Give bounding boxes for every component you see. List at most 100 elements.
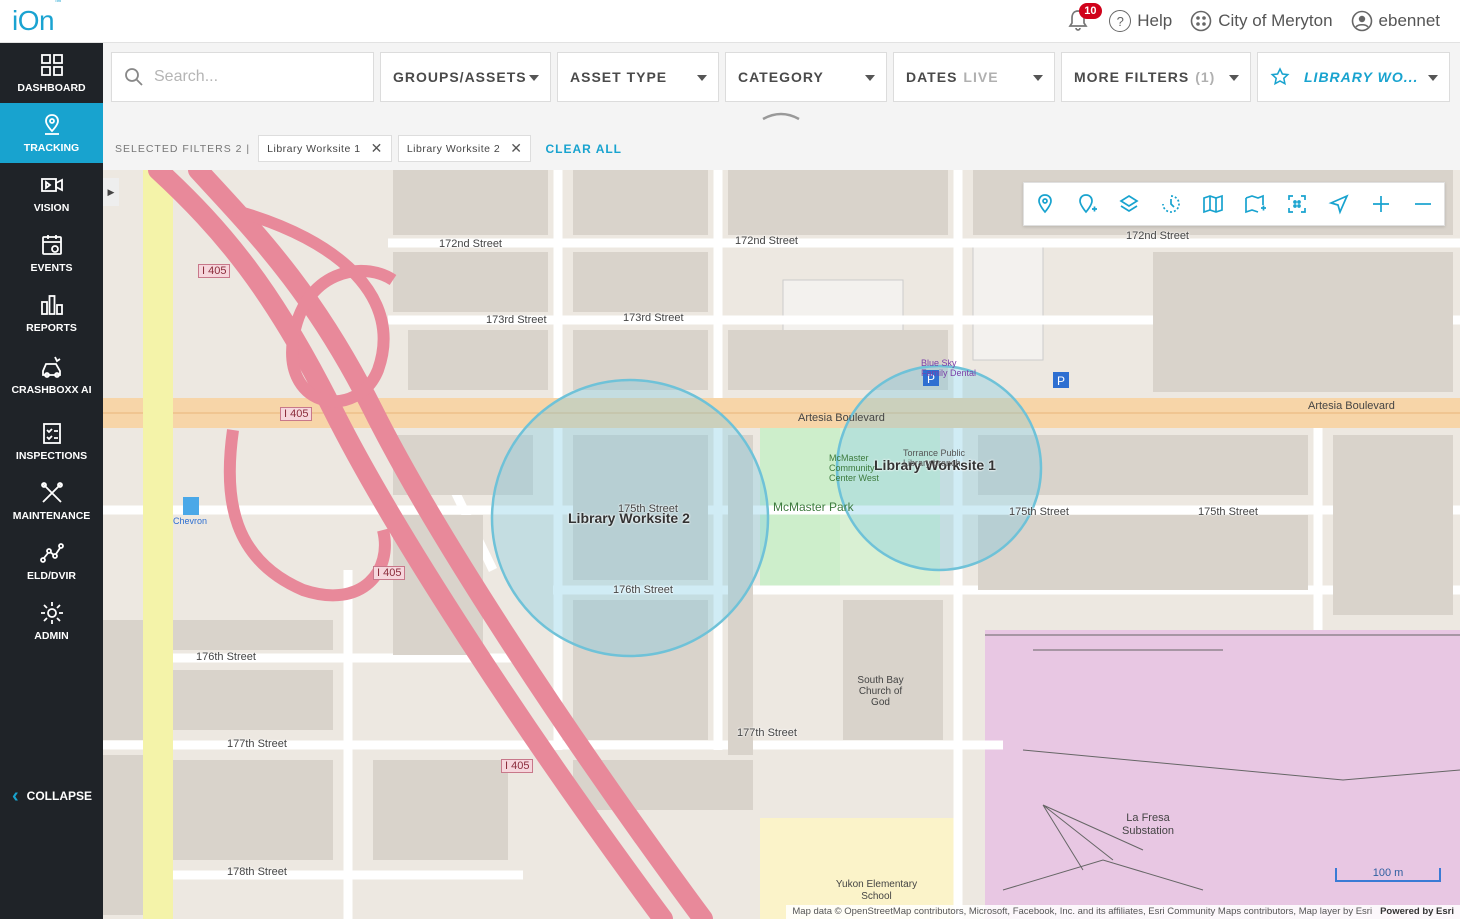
nav-maintenance[interactable]: MAINTENANCE bbox=[0, 471, 103, 531]
sidebar: DASHBOARD TRACKING VISION EVENTS REPORTS… bbox=[0, 43, 103, 919]
nav-label: TRACKING bbox=[23, 141, 80, 154]
collapse-label: COLLAPSE bbox=[26, 789, 93, 803]
street-label: 172nd Street bbox=[1126, 230, 1189, 242]
nav-label: ELD/DVIR bbox=[26, 569, 76, 582]
star-icon bbox=[1270, 67, 1290, 86]
video-camera-icon bbox=[40, 177, 63, 192]
add-location-icon bbox=[1079, 194, 1097, 214]
search-input[interactable] bbox=[154, 68, 354, 86]
nav-crashboxx[interactable]: CRASHBOXX AI bbox=[0, 343, 103, 407]
powered-by-text[interactable]: Powered by Esri bbox=[1380, 906, 1454, 917]
nav-tracking[interactable]: TRACKING bbox=[0, 103, 103, 163]
filter-chip[interactable]: Library Worksite 2 ✕ bbox=[397, 135, 532, 162]
location-icon bbox=[1038, 194, 1052, 214]
place-label: Torrance Public Library branch bbox=[903, 448, 966, 468]
calendar-icon bbox=[41, 234, 62, 255]
nav-inspections[interactable]: INSPECTIONS bbox=[0, 411, 103, 471]
map-panel-expand-button[interactable]: ▶ bbox=[103, 178, 119, 206]
fit-bounds-tool[interactable] bbox=[1276, 183, 1318, 225]
help-label: Help bbox=[1137, 11, 1173, 30]
organization-icon bbox=[1190, 10, 1212, 32]
street-label: 177th Street bbox=[737, 727, 797, 739]
search-field[interactable] bbox=[111, 52, 374, 102]
help-icon: ? bbox=[1109, 10, 1132, 32]
more-filters-label: MORE FILTERS bbox=[1074, 69, 1190, 85]
help-link[interactable]: ? Help bbox=[1109, 10, 1172, 32]
collapse-sidebar-button[interactable]: ‹ COLLAPSE bbox=[12, 786, 93, 806]
nav-dashboard[interactable]: DASHBOARD bbox=[0, 43, 103, 103]
place-label: La Fresa Substation bbox=[1122, 812, 1174, 837]
street-label: 172nd Street bbox=[439, 238, 502, 250]
nav-vision[interactable]: VISION bbox=[0, 163, 103, 223]
groups-assets-dropdown[interactable]: GROUPS/ASSETS bbox=[380, 52, 551, 102]
organization-selector[interactable]: City of Meryton bbox=[1190, 10, 1333, 32]
svg-text:P: P bbox=[1057, 374, 1065, 388]
close-icon[interactable]: ✕ bbox=[371, 140, 383, 157]
chip-label: Library Worksite 1 bbox=[267, 142, 361, 155]
freeway-shield: I 405 bbox=[373, 566, 406, 580]
map-canvas[interactable]: P P Library Worksite 2 Library Worksite … bbox=[103, 170, 1460, 919]
dates-label: DATES bbox=[906, 69, 958, 85]
layers-tool[interactable] bbox=[1108, 183, 1150, 225]
add-map-tool[interactable] bbox=[1234, 183, 1276, 225]
street-label: 175th Street bbox=[1009, 506, 1069, 518]
nav-label: INSPECTIONS bbox=[15, 449, 88, 462]
navigate-tool[interactable] bbox=[1318, 183, 1360, 225]
selected-filters-title: SELECTED FILTERS 2 | bbox=[115, 142, 251, 155]
favorites-dropdown[interactable]: LIBRARY WO... bbox=[1257, 52, 1450, 102]
map-toolbar bbox=[1023, 182, 1445, 226]
selected-filters-row: SELECTED FILTERS 2 | Library Worksite 1 ✕… bbox=[115, 135, 622, 162]
gear-icon bbox=[40, 601, 63, 624]
street-label: Artesia Boulevard bbox=[1308, 400, 1395, 412]
street-label: 173rd Street bbox=[486, 314, 547, 326]
map-tool[interactable] bbox=[1192, 183, 1234, 225]
zoom-in-button[interactable] bbox=[1360, 183, 1402, 225]
location-tool[interactable] bbox=[1024, 183, 1066, 225]
collapse-filters-handle[interactable] bbox=[761, 111, 801, 121]
nav-admin[interactable]: ADMIN bbox=[0, 591, 103, 651]
clear-all-button[interactable]: CLEAR ALL bbox=[545, 142, 622, 156]
street-label: 172nd Street bbox=[735, 235, 798, 247]
nav-reports[interactable]: REPORTS bbox=[0, 283, 103, 343]
dashboard-icon bbox=[40, 53, 63, 76]
category-label: CATEGORY bbox=[738, 69, 824, 85]
more-filters-dropdown[interactable]: MORE FILTERS (1) bbox=[1061, 52, 1251, 102]
nav-label: EVENTS bbox=[30, 261, 73, 274]
street-label: 175th Street bbox=[1198, 506, 1258, 518]
category-dropdown[interactable]: CATEGORY bbox=[725, 52, 887, 102]
nav-label: ADMIN bbox=[34, 629, 69, 642]
freeway-shield: I 405 bbox=[501, 759, 534, 773]
zoom-out-button[interactable] bbox=[1402, 183, 1444, 225]
history-icon bbox=[1162, 195, 1180, 213]
top-bar: iOn™ 10 ? Help City of Meryton ebennet bbox=[0, 0, 1460, 43]
freeway-shield: I 405 bbox=[198, 264, 231, 278]
nav-eld-dvir[interactable]: ELD/DVIR bbox=[0, 531, 103, 591]
user-icon bbox=[1351, 10, 1372, 32]
chevron-down-icon bbox=[1033, 75, 1043, 81]
close-icon[interactable]: ✕ bbox=[510, 140, 522, 157]
chevron-down-icon bbox=[697, 75, 707, 81]
street-label: 175th Street bbox=[618, 503, 678, 515]
app-logo[interactable]: iOn™ bbox=[12, 0, 61, 37]
asset-type-dropdown[interactable]: ASSET TYPE bbox=[557, 52, 719, 102]
nav-events[interactable]: EVENTS bbox=[0, 223, 103, 283]
user-menu[interactable]: ebennet bbox=[1351, 10, 1440, 32]
add-map-icon bbox=[1245, 194, 1266, 214]
dates-dropdown[interactable]: DATES LIVE bbox=[893, 52, 1055, 102]
filter-chip[interactable]: Library Worksite 1 ✕ bbox=[258, 135, 392, 162]
zoom-out-icon bbox=[1415, 203, 1431, 205]
nav-label: REPORTS bbox=[26, 321, 77, 334]
street-label: 177th Street bbox=[227, 738, 287, 750]
chevron-down-icon bbox=[529, 75, 539, 81]
nav-label: VISION bbox=[33, 201, 70, 214]
notifications-button[interactable]: 10 bbox=[1067, 3, 1102, 34]
map-icon bbox=[1203, 194, 1223, 214]
layers-icon bbox=[1119, 194, 1139, 213]
search-icon bbox=[125, 68, 143, 86]
navigate-icon bbox=[1328, 194, 1349, 215]
place-label: Chevron bbox=[173, 516, 208, 526]
history-tool[interactable] bbox=[1150, 183, 1192, 225]
nav-label: MAINTENANCE bbox=[12, 509, 91, 522]
asset-type-label: ASSET TYPE bbox=[570, 69, 668, 85]
add-location-tool[interactable] bbox=[1066, 183, 1108, 225]
